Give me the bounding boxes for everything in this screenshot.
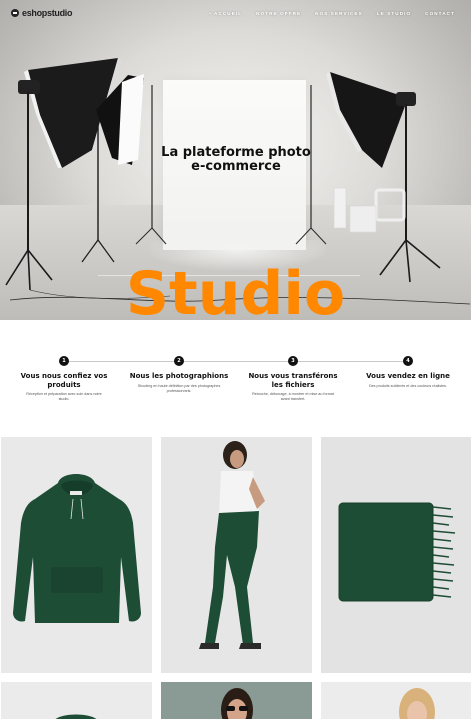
main-nav: • ACCUEIL NOTRE OFFRE NOS SERVICES LE ST… bbox=[209, 11, 455, 16]
step-number-badge: 1 bbox=[59, 356, 69, 366]
product-tile-scarf[interactable] bbox=[321, 437, 471, 673]
scarf-image bbox=[338, 502, 456, 602]
hero-title-line2: e-commerce bbox=[191, 159, 281, 174]
model-blonde-image bbox=[399, 688, 435, 719]
product-tile-model-blonde[interactable] bbox=[321, 682, 471, 719]
step-4: 4 Vous vendez en ligne Des produits subl… bbox=[358, 356, 458, 389]
nav-notre-offre[interactable]: NOTRE OFFRE bbox=[256, 11, 301, 16]
step-description: Des produits sublimés et des couleurs ré… bbox=[368, 383, 448, 388]
step-title: Vous vendez en ligne bbox=[366, 372, 450, 380]
nav-le-studio[interactable]: LE STUDIO bbox=[377, 11, 411, 16]
step-1: 1 Vous nous confiez vos produits Récepti… bbox=[14, 356, 114, 402]
step-description: Retouche, détourage, à montrer et mise a… bbox=[252, 392, 334, 401]
product-tile-model-jeans[interactable] bbox=[161, 437, 312, 673]
logo-icon bbox=[11, 9, 19, 17]
steps-connector-line bbox=[64, 361, 408, 362]
step-title: Vous nous confiez vos produits bbox=[20, 372, 108, 389]
step-title: Nous les photographions bbox=[129, 372, 229, 380]
hero-title: La plateforme photo e-commerce bbox=[150, 146, 322, 174]
step-3: 3 Nous vous transférons les fichiers Ret… bbox=[243, 356, 343, 402]
logo-text: eshopstudio bbox=[22, 8, 73, 18]
model-sunglasses-image bbox=[221, 688, 253, 719]
nav-nos-services[interactable]: NOS SERVICES bbox=[315, 11, 363, 16]
step-number-badge: 3 bbox=[288, 356, 298, 366]
step-description: Réception et préparation avec soin dans … bbox=[26, 392, 102, 401]
nav-accueil[interactable]: • ACCUEIL bbox=[209, 11, 242, 16]
step-2: 2 Nous les photographions Shooting en ha… bbox=[129, 356, 229, 394]
site-logo[interactable]: eshopstudio bbox=[11, 8, 73, 18]
hero-big-word: Studio bbox=[125, 259, 346, 320]
step-number-badge: 2 bbox=[174, 356, 184, 366]
step-description: Shooting en haute définition par des pho… bbox=[137, 383, 221, 393]
hero-title-line1: La plateforme photo bbox=[161, 145, 311, 160]
sweater-image bbox=[55, 714, 97, 719]
hoodie-image bbox=[13, 474, 141, 623]
step-number-badge: 4 bbox=[403, 356, 413, 366]
model-image bbox=[199, 441, 265, 649]
product-tile-sweater[interactable] bbox=[1, 682, 152, 719]
product-tile-hoodie[interactable] bbox=[1, 437, 152, 673]
step-title: Nous vous transférons les fichiers bbox=[248, 372, 338, 389]
nav-contact[interactable]: CONTACT bbox=[425, 11, 455, 16]
process-steps: 1 Vous nous confiez vos produits Récepti… bbox=[0, 320, 471, 438]
product-tile-model-sunglasses[interactable] bbox=[161, 682, 312, 719]
hero-section: eshopstudio • ACCUEIL NOTRE OFFRE NOS SE… bbox=[0, 0, 471, 320]
